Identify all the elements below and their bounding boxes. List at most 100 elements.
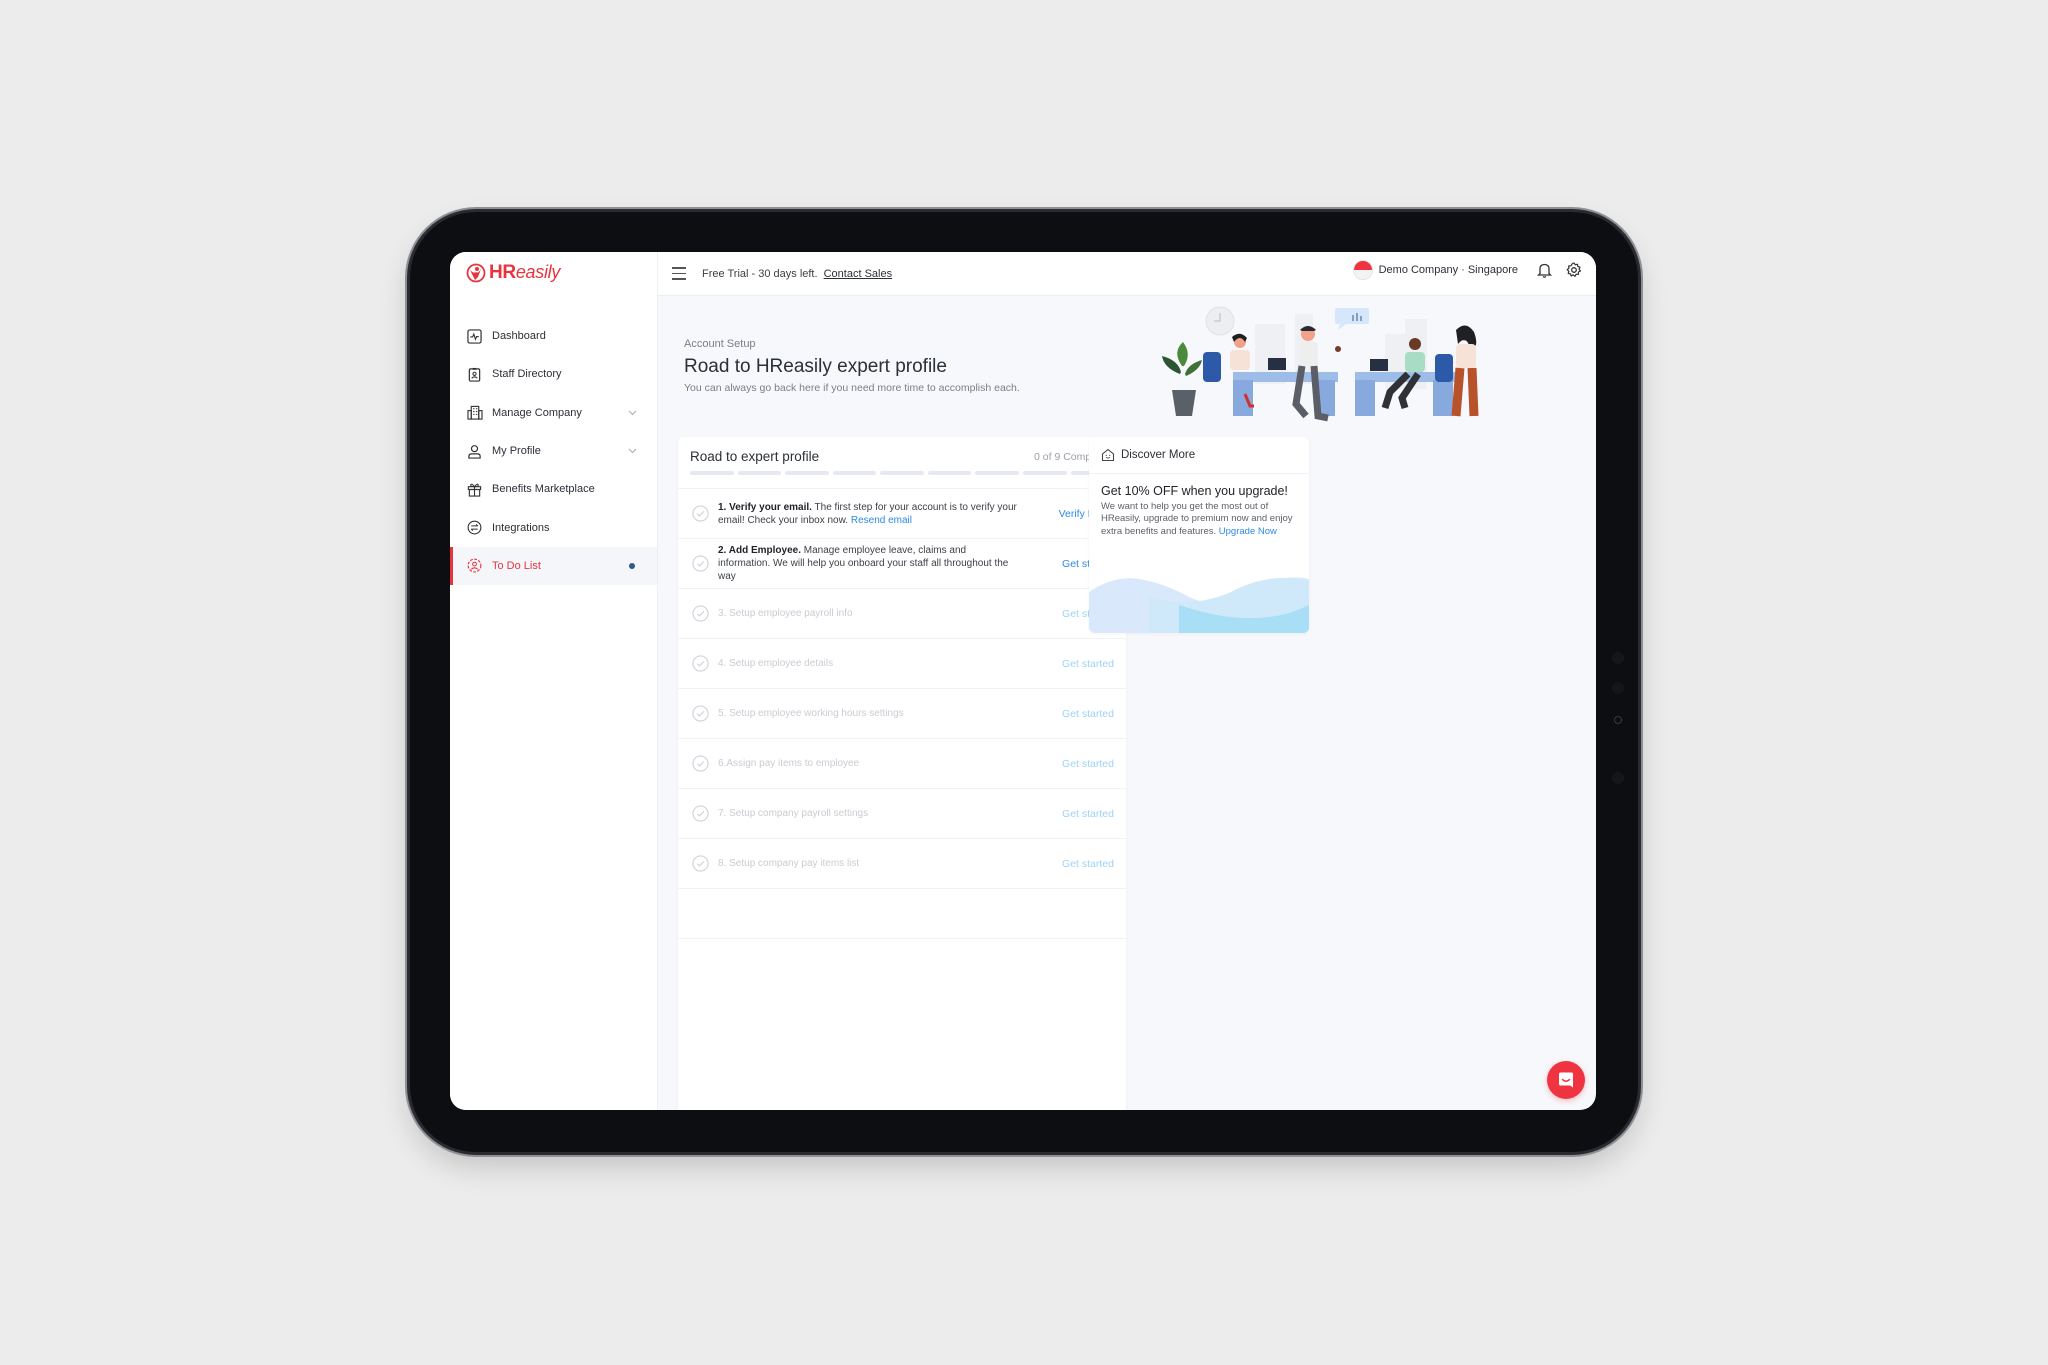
task-row: 1. Verify your email. The first step for… (678, 489, 1126, 539)
sidebar-item-to-do-list[interactable]: To Do List (450, 546, 657, 586)
sidebar-item-label: Benefits Marketplace (492, 483, 595, 496)
task-title: 1. Verify your email. (718, 501, 812, 513)
task-text: 6.Assign pay items to employee (718, 757, 1018, 770)
progress-segment (927, 471, 972, 475)
task-description: 4. Setup employee details (718, 658, 834, 669)
task-description: 6.Assign pay items to employee (718, 758, 860, 769)
sidebar-item-label: Staff Directory (492, 368, 562, 381)
chevron-down-icon[interactable] (628, 445, 637, 457)
page-title: Road to HReasily expert profile (684, 356, 947, 377)
sidebar-item-manage-company[interactable]: Manage Company (450, 394, 657, 432)
task-action-link[interactable]: Get started (1062, 708, 1114, 720)
gear-icon[interactable] (1564, 260, 1584, 280)
chat-smile-icon (1559, 1072, 1573, 1088)
discover-header: Discover More (1089, 437, 1309, 474)
menu-icon[interactable] (672, 265, 690, 283)
task-row: 6.Assign pay items to employee Get starte… (678, 739, 1126, 789)
logo-text: HReasily (489, 262, 561, 283)
topbar-actions: Demo Company · Singapore (1352, 260, 1584, 280)
company-selector[interactable]: Demo Company · Singapore (1379, 264, 1518, 276)
tablet-frame: HReasily Dashboard Staff Directory Manag… (410, 212, 1638, 1152)
check-circle-icon[interactable] (692, 655, 709, 672)
task-text: 1. Verify your email. The first step for… (718, 501, 1018, 527)
check-circle-icon[interactable] (692, 755, 709, 772)
upgrade-now-link[interactable]: Upgrade Now (1219, 526, 1277, 537)
check-circle-icon[interactable] (692, 805, 709, 822)
trial-text: Free Trial - 30 days left. (702, 267, 818, 280)
sidebar-item-label: My Profile (492, 445, 541, 458)
hero-description: You can always go back here if you need … (684, 382, 1020, 394)
sidebar-item-label: Dashboard (492, 330, 546, 343)
progress-segment (690, 471, 734, 475)
id-badge-icon (466, 366, 483, 383)
task-action-link[interactable]: Get started (1062, 858, 1114, 870)
check-circle-icon[interactable] (692, 505, 709, 522)
sidebar-item-integrations[interactable]: Integrations (450, 508, 657, 546)
sidebar-item-label: Manage Company (492, 406, 582, 419)
check-circle-icon[interactable] (692, 855, 709, 872)
notification-dot (629, 562, 635, 569)
task-description: 8. Setup company pay items list (718, 858, 860, 869)
task-text: 2. Add Employee. Manage employee leave, … (718, 544, 1018, 583)
task-row: 3. Setup employee payroll infoGet starte… (678, 589, 1126, 639)
side-sensor (1612, 772, 1624, 784)
task-row-partial (678, 889, 1126, 939)
task-row: 5. Setup employee working hours settings… (678, 689, 1126, 739)
resend-email-link[interactable]: Resend email (851, 515, 912, 526)
task-text: 4. Setup employee details (718, 657, 1018, 670)
logo[interactable]: HReasily (466, 262, 560, 284)
logo-icon (466, 263, 486, 283)
task-text: 5. Setup employee working hours settings (718, 707, 1018, 720)
task-list: 1. Verify your email. The first step for… (678, 489, 1126, 939)
road-card-header: Road to expert profile 0 of 9 Completed (678, 437, 1126, 489)
promo-title: Get 10% OFF when you upgrade! (1101, 484, 1288, 498)
sidebar: HReasily Dashboard Staff Directory Manag… (450, 252, 658, 1110)
chat-support-button[interactable] (1547, 1061, 1585, 1099)
dashboard-icon (466, 328, 483, 345)
singapore-flag-icon (1352, 260, 1373, 280)
task-description: 5. Setup employee working hours settings (718, 708, 904, 719)
contact-sales-link[interactable]: Contact Sales (824, 268, 892, 280)
sidebar-item-dashboard[interactable]: Dashboard (450, 317, 657, 355)
trial-banner: Free Trial - 30 days left. Contact Sales (702, 268, 892, 280)
user-circle-icon (466, 557, 483, 574)
task-action-link[interactable]: Get started (1062, 808, 1114, 820)
task-text: 7. Setup company payroll settings (718, 807, 1018, 820)
task-row: 4. Setup employee details Get started (678, 639, 1126, 689)
sidebar-item-label: To Do List (492, 559, 541, 572)
gift-icon (466, 481, 483, 498)
task-action-link[interactable]: Get started (1062, 758, 1114, 770)
card-title: Road to expert profile (690, 449, 820, 464)
chevron-down-icon[interactable] (628, 407, 637, 419)
camera-icon (1614, 716, 1622, 724)
progress-segment (975, 471, 1019, 475)
discover-more-card: Discover More Get 10% OFF when you upgra… (1089, 437, 1309, 633)
office-team-illustration (1162, 306, 1479, 422)
check-circle-icon[interactable] (692, 605, 709, 622)
check-circle-icon[interactable] (692, 705, 709, 722)
task-text: 3. Setup employee payroll info (718, 607, 1018, 620)
task-row: 2. Add Employee. Manage employee leave, … (678, 539, 1126, 589)
user-icon (466, 443, 483, 460)
app-screen: HReasily Dashboard Staff Directory Manag… (450, 252, 1596, 1110)
bell-icon[interactable] (1534, 260, 1554, 280)
progress-segment (785, 471, 829, 475)
side-sensor (1612, 652, 1624, 664)
sidebar-item-benefits-marketplace[interactable]: Benefits Marketplace (450, 470, 657, 508)
swap-icon (466, 519, 483, 536)
side-sensor (1612, 682, 1624, 694)
smile-house-icon (1101, 448, 1115, 462)
check-circle-icon[interactable] (692, 555, 709, 572)
hero-subtitle: Account Setup (684, 338, 756, 350)
building-icon (466, 404, 483, 421)
discover-header-label: Discover More (1121, 449, 1196, 461)
progress-segment (737, 471, 782, 475)
progress-segment (1022, 471, 1067, 475)
sidebar-nav: Dashboard Staff Directory Manage Company (450, 317, 657, 586)
sidebar-item-staff-directory[interactable]: Staff Directory (450, 355, 657, 393)
task-row: 7. Setup company payroll settings Get sta… (678, 789, 1126, 839)
promo-body: We want to help you get the most out of … (1101, 501, 1301, 538)
sidebar-item-my-profile[interactable]: My Profile (450, 432, 657, 470)
task-description: 3. Setup employee payroll info (718, 608, 853, 619)
task-action-link[interactable]: Get started (1062, 658, 1114, 670)
